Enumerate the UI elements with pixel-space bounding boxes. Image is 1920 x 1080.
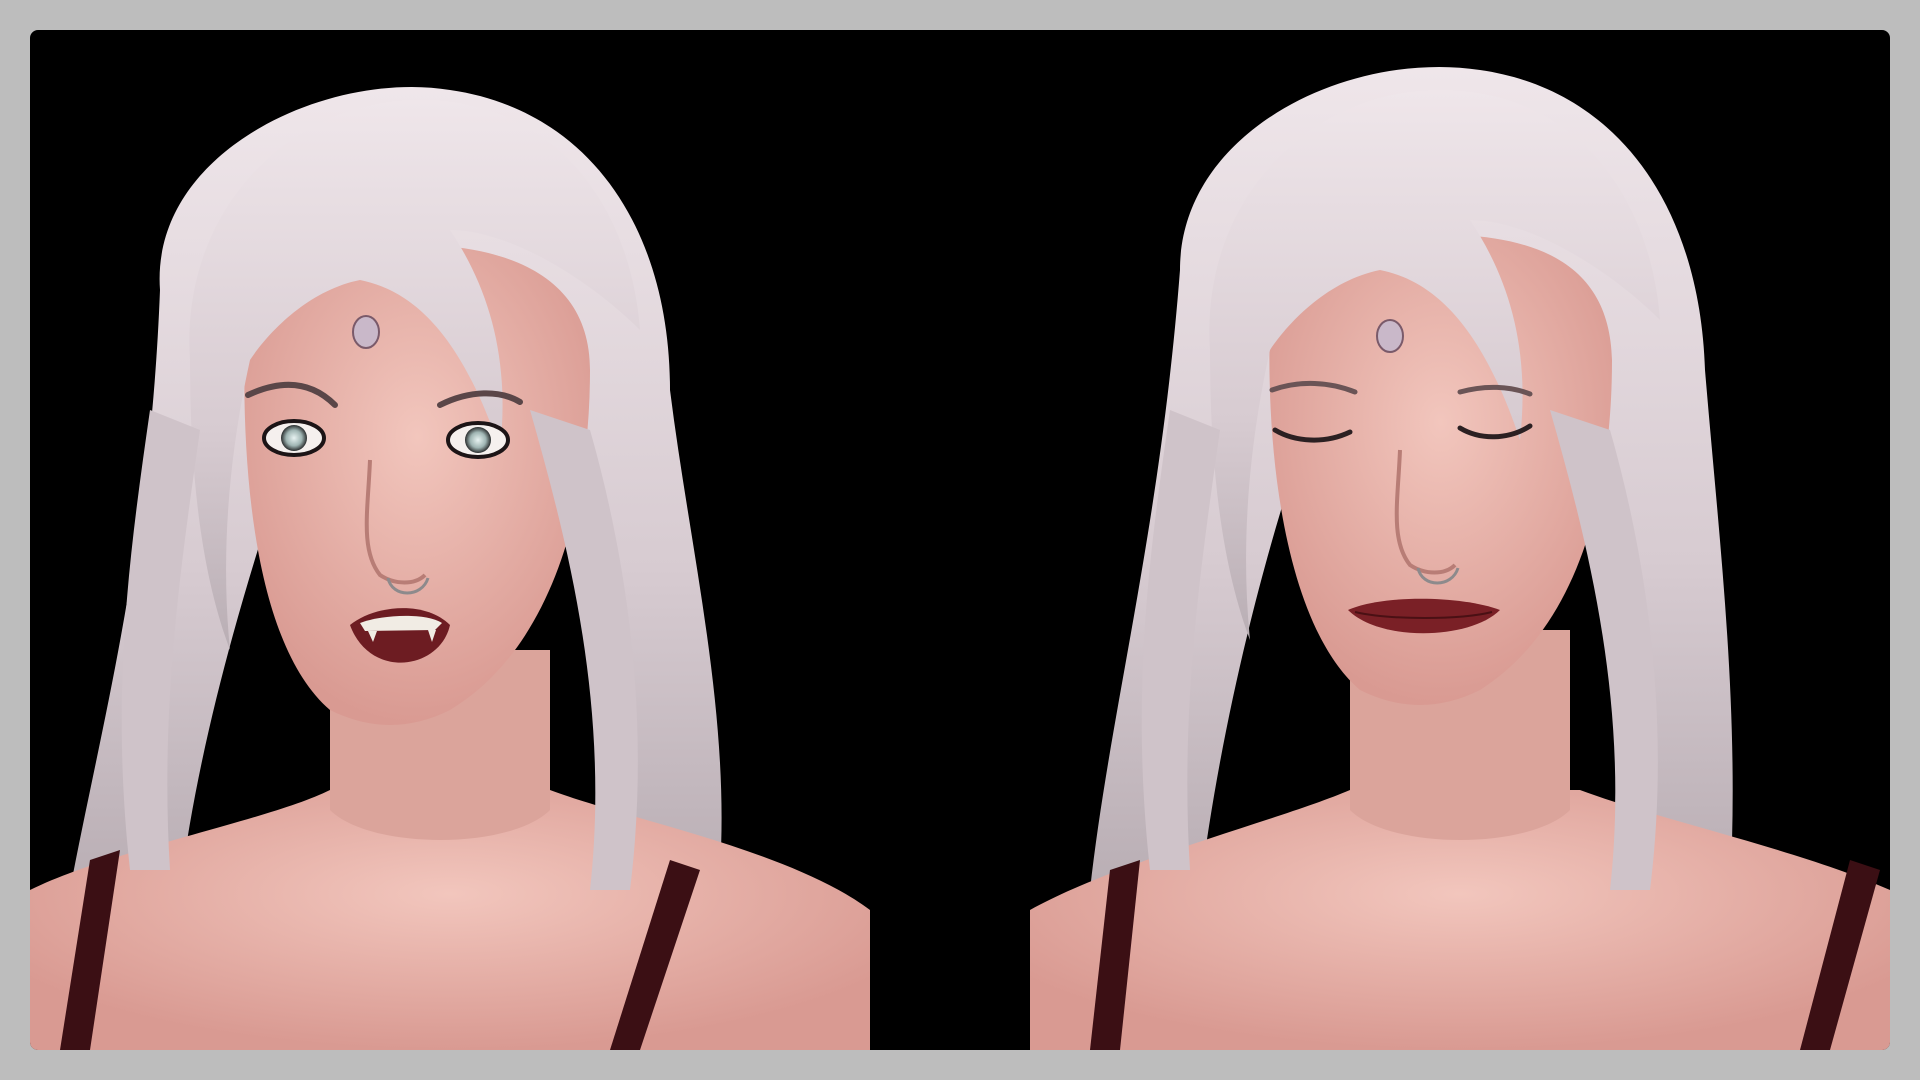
portrait-right-illustration: [1030, 66, 1890, 1050]
iris-right: [465, 427, 491, 453]
portrait-left: [30, 30, 960, 1050]
portrait-left-illustration: [30, 86, 870, 1050]
forehead-gem: [1376, 319, 1404, 353]
iris-left: [281, 425, 307, 451]
image-frame: [30, 30, 1890, 1050]
forehead-gem: [352, 315, 380, 349]
portrait-right: [960, 30, 1890, 1050]
